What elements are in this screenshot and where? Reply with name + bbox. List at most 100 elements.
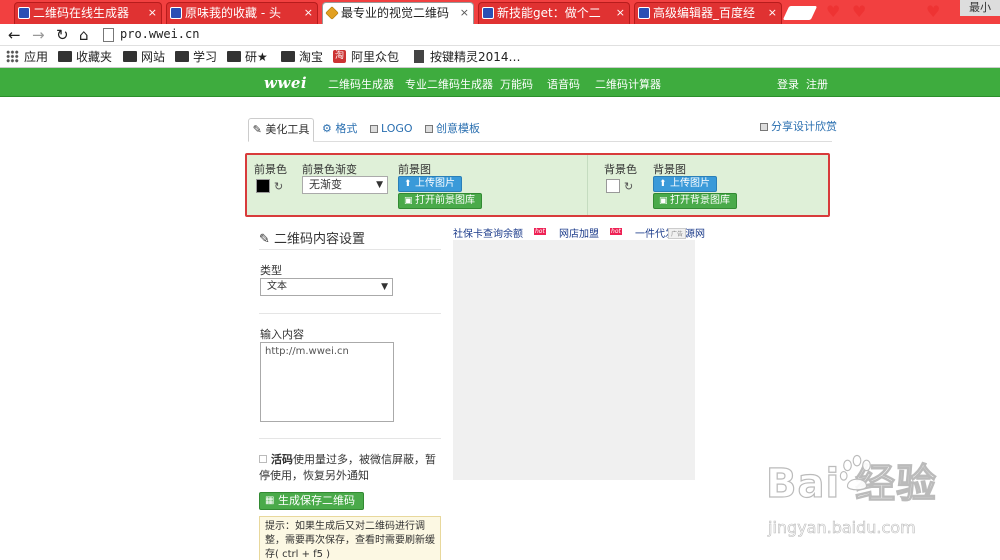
hot-badge: hot bbox=[534, 228, 546, 235]
browser-tab-strip: 二维码在线生成器 × 原味莪的收藏 - 头 × 最专业的视觉二维码 × 新技能g… bbox=[0, 0, 1000, 24]
tab-close-icon[interactable]: × bbox=[616, 3, 625, 23]
live-code-bold: 活码 bbox=[271, 453, 293, 466]
divider bbox=[259, 438, 441, 439]
tab-label: 格式 bbox=[335, 122, 358, 135]
open-bg-gallery-button[interactable]: ▣ 打开背景图库 bbox=[653, 193, 737, 209]
tab-close-icon[interactable]: × bbox=[304, 3, 313, 23]
refresh-icon[interactable]: ↻ bbox=[274, 180, 283, 193]
tab-close-icon[interactable]: × bbox=[768, 3, 777, 23]
qrcode-icon bbox=[760, 123, 768, 131]
tab-creative-templates[interactable]: 创意模板 bbox=[425, 118, 480, 142]
open-fg-gallery-button[interactable]: ▣ 打开前景图库 bbox=[398, 193, 482, 209]
type-label: 类型 bbox=[260, 264, 282, 277]
tip-box: 提示：如果生成后又对二维码进行调整，需要再次保存，查看时需要刷新缓存( ctrl… bbox=[259, 516, 441, 560]
document-icon bbox=[414, 50, 424, 63]
beautify-settings-panel: 前景色 ↻ 前景色渐变 无渐变 ▼ 前景图 ⬆ 上传图片 ▣ 打开前景图库 背景… bbox=[245, 153, 830, 217]
tab-close-icon[interactable]: × bbox=[148, 3, 157, 23]
bookmark-label: 应用 bbox=[24, 50, 49, 64]
bookmark-research[interactable]: 研★ bbox=[227, 50, 268, 64]
button-label: 打开背景图库 bbox=[670, 195, 730, 206]
nav-login[interactable]: 登录 bbox=[777, 76, 799, 92]
dropdown-arrow-icon: ▼ bbox=[381, 282, 388, 292]
image-icon: ▣ bbox=[404, 196, 413, 206]
ad-link-social-card[interactable]: 社保卡查询余额 hot bbox=[453, 228, 546, 240]
browser-tab-title: 新技能get：做个二 bbox=[497, 6, 601, 20]
pencil-icon: ✎ bbox=[252, 123, 262, 136]
hot-badge: hot bbox=[610, 228, 622, 235]
browser-tab-3-active[interactable]: 最专业的视觉二维码 × bbox=[322, 2, 474, 24]
share-design-link[interactable]: 分享设计欣赏 bbox=[760, 118, 837, 134]
nav-voice-code[interactable]: 语音码 bbox=[547, 76, 580, 92]
fg-color-label: 前景色 bbox=[254, 163, 287, 176]
bookmark-label: 学习 bbox=[193, 50, 218, 64]
generate-save-qr-button[interactable]: ▦ 生成保存二维码 bbox=[259, 492, 364, 510]
bookmark-anjian[interactable]: 按键精灵2014… bbox=[412, 50, 521, 64]
bookmark-study[interactable]: 学习 bbox=[175, 50, 217, 64]
nav-pro-qr-generator[interactable]: 专业二维码生成器 bbox=[405, 76, 493, 92]
pencil-icon: ✎ bbox=[259, 232, 270, 247]
page-document-icon bbox=[103, 28, 114, 42]
live-code-notice: 活码使用量过多，被微信屏蔽，暂停使用，恢复另外通知 bbox=[259, 452, 443, 484]
tab-logo[interactable]: LOGO bbox=[370, 118, 413, 142]
image-icon: ▣ bbox=[659, 196, 668, 206]
folder-icon bbox=[281, 51, 295, 62]
wwei-logo[interactable]: wwei bbox=[264, 74, 307, 92]
bookmark-alibaba-crowd[interactable]: 淘 阿里众包 bbox=[333, 50, 399, 64]
bookmark-websites[interactable]: 网站 bbox=[123, 50, 165, 64]
dropdown-arrow-icon: ▼ bbox=[376, 180, 383, 190]
fg-gradient-select[interactable]: 无渐变 ▼ bbox=[302, 176, 388, 194]
folder-icon bbox=[123, 51, 137, 62]
live-code-checkbox[interactable] bbox=[259, 455, 267, 463]
panel-divider bbox=[587, 155, 588, 215]
browser-tab-4[interactable]: 新技能get：做个二 × bbox=[478, 2, 630, 24]
bookmark-label: 研★ bbox=[245, 50, 268, 64]
qrcode-icon: ▦ bbox=[265, 495, 275, 506]
browser-tab-2[interactable]: 原味莪的收藏 - 头 × bbox=[166, 2, 318, 24]
bookmark-favorites[interactable]: 收藏夹 bbox=[58, 50, 112, 64]
bookmark-apps[interactable]: 应用 bbox=[6, 50, 48, 64]
nav-qr-generator[interactable]: 二维码生成器 bbox=[328, 76, 394, 92]
window-minimize-button[interactable]: 最小 bbox=[960, 0, 1000, 16]
bookmark-label: 淘宝 bbox=[299, 50, 324, 64]
home-icon[interactable]: ⌂ bbox=[79, 26, 89, 44]
new-tab-button[interactable] bbox=[782, 6, 818, 20]
refresh-icon[interactable]: ↻ bbox=[624, 180, 633, 193]
tab-close-icon[interactable]: × bbox=[460, 3, 469, 23]
nav-register[interactable]: 注册 bbox=[806, 76, 828, 92]
back-arrow-icon[interactable]: ← bbox=[8, 26, 21, 44]
bookmark-label: 网站 bbox=[141, 50, 166, 64]
address-bar-url[interactable]: pro.wwei.cn bbox=[120, 27, 199, 41]
ad-link-shop-franchise[interactable]: 网店加盟 hot bbox=[559, 228, 622, 240]
upload-fg-image-button[interactable]: ⬆ 上传图片 bbox=[398, 176, 462, 192]
baidu-jingyan-watermark: Bai 经验 jingyan.baidu.com bbox=[760, 454, 990, 553]
content-textarea[interactable]: http://m.wwei.cn bbox=[260, 342, 394, 422]
bookmark-taobao[interactable]: 淘宝 bbox=[281, 50, 323, 64]
wwei-favicon-icon bbox=[325, 6, 339, 20]
browser-tab-5[interactable]: 高级编辑器_百度经 × bbox=[634, 2, 782, 24]
button-label: 上传图片 bbox=[415, 178, 455, 189]
fg-image-label: 前景图 bbox=[398, 163, 431, 176]
qrcode-icon bbox=[425, 125, 433, 133]
baidu-paw-icon bbox=[638, 7, 650, 19]
bg-image-label: 背景图 bbox=[653, 163, 686, 176]
bookmarks-bar: 应用 收藏夹 网站 学习 研★ 淘宝 淘 阿里众包 按键精灵2014… bbox=[0, 46, 1000, 68]
reload-icon[interactable]: ↻ bbox=[56, 26, 69, 44]
bg-color-swatch[interactable] bbox=[606, 179, 620, 193]
baidu-paw-icon bbox=[482, 7, 494, 19]
fg-color-swatch[interactable] bbox=[256, 179, 270, 193]
bookmark-label: 收藏夹 bbox=[76, 50, 113, 64]
content-type-select[interactable]: 文本 ▼ bbox=[260, 278, 393, 296]
browser-tab-title: 最专业的视觉二维码 bbox=[341, 6, 450, 20]
browser-tab-title: 原味莪的收藏 - 头 bbox=[185, 6, 281, 20]
browser-tab-title: 二维码在线生成器 bbox=[33, 6, 130, 20]
tab-beautify-tools[interactable]: ✎ 美化工具 bbox=[248, 118, 314, 142]
baidu-paw-icon bbox=[18, 7, 30, 19]
tab-format[interactable]: ⚙ 格式 bbox=[322, 118, 357, 142]
upload-bg-image-button[interactable]: ⬆ 上传图片 bbox=[653, 176, 717, 192]
nav-universal-code[interactable]: 万能码 bbox=[500, 76, 533, 92]
apps-icon bbox=[6, 50, 19, 63]
share-label: 分享设计欣赏 bbox=[771, 120, 837, 133]
browser-tab-1[interactable]: 二维码在线生成器 × bbox=[14, 2, 162, 24]
forward-arrow-icon[interactable]: → bbox=[32, 26, 45, 44]
nav-qr-calculator[interactable]: 二维码计算器 bbox=[595, 76, 661, 92]
